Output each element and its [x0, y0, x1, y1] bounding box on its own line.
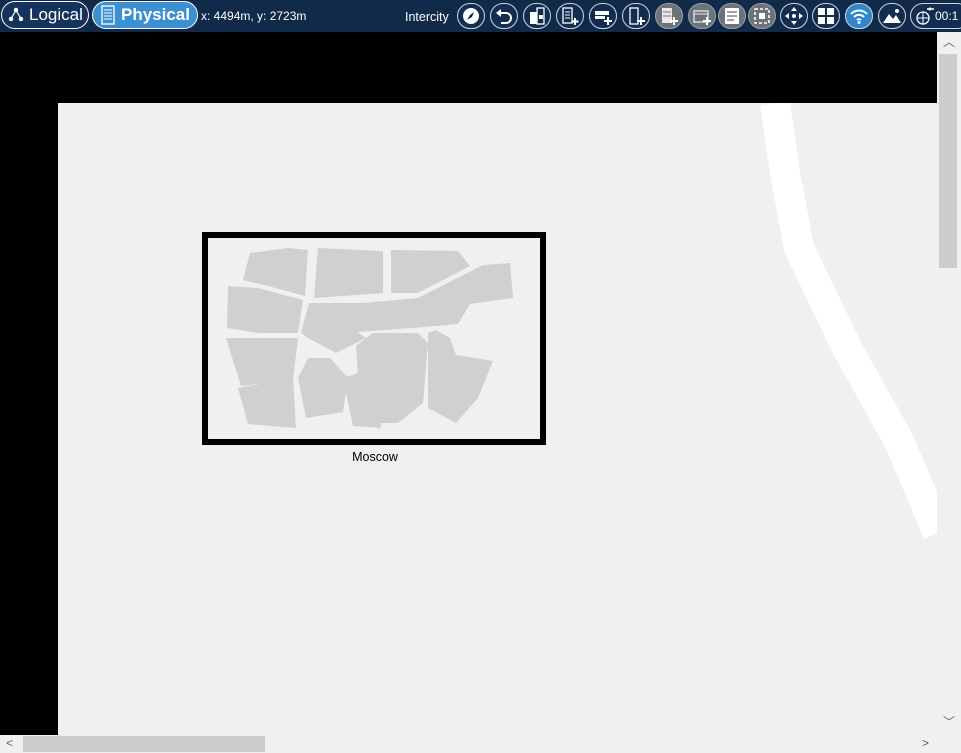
add-floor-icon [562, 7, 579, 25]
logical-label: Logical [29, 5, 83, 24]
move-icon [785, 7, 803, 25]
scroll-left-icon[interactable]: < [6, 737, 13, 749]
back-button[interactable] [490, 3, 518, 29]
building-icon [530, 7, 545, 25]
horizontal-scrollbar[interactable]: < > [0, 735, 961, 753]
compass-icon [463, 8, 479, 24]
new-closet-button[interactable] [688, 3, 716, 29]
inventory-button[interactable] [718, 3, 746, 29]
environment-icon [916, 7, 934, 25]
environment-time-button[interactable]: 00:1 [910, 3, 961, 29]
select-area-button[interactable] [748, 3, 776, 29]
scroll-right-icon[interactable]: > [922, 737, 929, 749]
new-device-button[interactable] [622, 3, 650, 29]
grid-icon [818, 8, 834, 24]
physical-view-button[interactable]: Physical [92, 1, 198, 29]
background-image-icon [883, 9, 901, 23]
vertical-scrollbar[interactable]: ︿ ﹀ [937, 32, 961, 735]
navigate-button[interactable] [457, 3, 485, 29]
logical-view-button[interactable]: Logical [1, 1, 89, 29]
new-floor-button[interactable] [556, 3, 584, 29]
new-server-button[interactable] [655, 3, 683, 29]
toolbar: Logical Physical x: 4494m, y: 2723m Inte… [0, 0, 961, 32]
undo-icon [496, 9, 512, 24]
add-wiring-closet-icon [693, 10, 711, 25]
add-rack-icon [595, 11, 612, 25]
physical-label: Physical [121, 5, 190, 24]
scroll-up-icon[interactable]: ︿ [943, 36, 955, 48]
add-server-icon [662, 8, 678, 25]
inventory-icon [725, 8, 739, 24]
vertical-scroll-thumb[interactable] [939, 54, 957, 268]
add-device-icon [629, 7, 645, 25]
clock-readout: 00:1 [935, 9, 959, 23]
select-area-icon [754, 8, 770, 24]
scroll-down-icon[interactable]: ﹀ [943, 716, 955, 728]
physical-building-icon [98, 5, 118, 25]
new-building-button[interactable] [523, 3, 551, 29]
new-rack-button[interactable] [589, 3, 617, 29]
city-label: Moscow [352, 450, 398, 464]
wireless-button[interactable] [845, 3, 873, 29]
background-button[interactable] [878, 3, 906, 29]
logical-network-icon [6, 5, 26, 25]
wireless-icon [850, 9, 868, 24]
city-moscow[interactable] [202, 232, 546, 445]
grid-button[interactable] [812, 3, 840, 29]
move-button[interactable] [780, 3, 808, 29]
coordinates-readout: x: 4494m, y: 2723m [201, 9, 307, 23]
city-map-icon [226, 248, 513, 428]
workspace-canvas[interactable]: Moscow [1, 32, 937, 735]
intercity-label: Intercity [405, 10, 449, 24]
horizontal-scroll-thumb[interactable] [23, 736, 265, 752]
